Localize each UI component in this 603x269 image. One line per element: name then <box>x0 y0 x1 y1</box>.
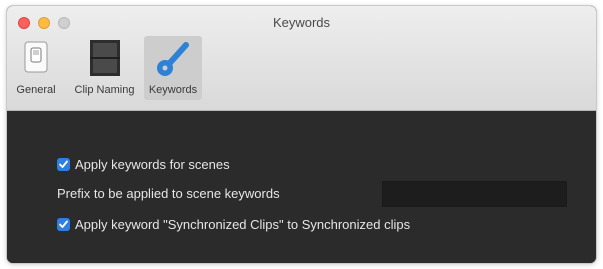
checkmark-icon <box>59 160 68 168</box>
tab-general[interactable]: General <box>7 36 65 100</box>
apply-keywords-row[interactable]: Apply keywords for scenes <box>57 157 230 172</box>
keywords-settings-panel: Apply keywords for scenes Prefix to be a… <box>7 111 596 263</box>
tab-clip-naming[interactable]: Clip Naming <box>65 36 144 100</box>
apply-sync-keyword-label: Apply keyword "Synchronized Clips" to Sy… <box>75 217 411 232</box>
tab-keywords[interactable]: Keywords <box>144 36 202 100</box>
tab-keywords-label: Keywords <box>148 84 198 96</box>
preferences-window: Keywords General Clip Naming Keywords Ap… <box>7 6 596 263</box>
tab-general-label: General <box>16 84 56 96</box>
window-title: Keywords <box>272 15 331 30</box>
preferences-toolbar: General Clip Naming Keywords <box>7 36 202 100</box>
apply-keywords-checkbox[interactable] <box>57 158 70 171</box>
apply-sync-keyword-row[interactable]: Apply keyword "Synchronized Clips" to Sy… <box>57 217 410 232</box>
keywords-key-icon <box>153 40 193 80</box>
title-bar: Keywords General Clip Naming Keywords <box>7 6 596 111</box>
apply-keywords-label: Apply keywords for scenes <box>75 157 230 172</box>
general-switch-icon <box>16 40 56 80</box>
prefix-row: Prefix to be applied to scene keywords <box>57 186 280 201</box>
clip-naming-icon <box>85 40 125 80</box>
tab-clip-naming-label: Clip Naming <box>74 84 135 96</box>
checkmark-icon <box>59 220 68 228</box>
apply-sync-keyword-checkbox[interactable] <box>57 218 70 231</box>
prefix-label: Prefix to be applied to scene keywords <box>57 186 280 201</box>
prefix-input[interactable] <box>382 181 567 207</box>
